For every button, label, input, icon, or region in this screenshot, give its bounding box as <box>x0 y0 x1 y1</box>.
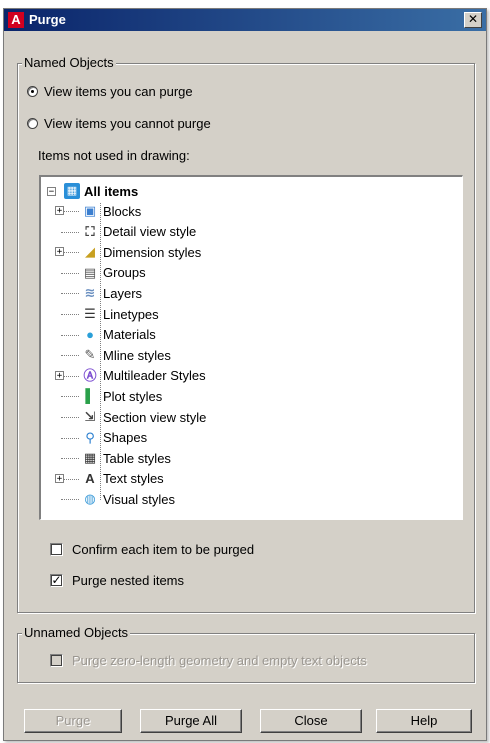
items-not-used-label: Items not used in drawing: <box>38 148 190 163</box>
tree-item-label: Plot styles <box>103 388 163 404</box>
tree-item-all-items[interactable]: − ▦ All items <box>47 181 138 201</box>
expand-icon[interactable]: + <box>55 370 64 380</box>
tree-connector <box>61 355 79 357</box>
tree-item-label: Multileader Styles <box>103 368 206 384</box>
layers-icon: ≋ <box>84 285 96 301</box>
tree-connector <box>61 314 79 315</box>
all-items-label: All items <box>84 183 139 199</box>
unnamed-objects-legend: Unnamed Objects <box>22 625 131 640</box>
purge-dialog: A Purge ✕ Named Objects View items you c… <box>3 8 487 741</box>
tree-item[interactable]: ▤ Groups <box>81 263 146 283</box>
expand-icon[interactable]: + <box>55 247 64 257</box>
purge-nested-checkbox[interactable]: ✓ Purge nested items <box>50 573 184 588</box>
tree-item-label: Layers <box>103 285 143 301</box>
tree-item[interactable]: ⚲ Shapes <box>81 428 147 448</box>
tree-item-label: Visual styles <box>103 491 176 507</box>
multileader-styles-icon: Ⓐ <box>83 367 97 383</box>
tree-item[interactable]: ✎ Mline styles <box>81 345 171 365</box>
tree-item[interactable]: + ▣ Blocks <box>55 201 142 221</box>
tree-item[interactable]: ≋ Layers <box>81 283 142 303</box>
tree-item-label: Table styles <box>103 450 171 466</box>
visual-styles-icon: ◍ <box>84 491 96 507</box>
dimension-styles-icon: ◢ <box>85 244 95 260</box>
expand-icon[interactable]: + <box>55 473 64 483</box>
text-styles-icon: A <box>85 470 95 486</box>
confirm-purge-checkbox[interactable]: Confirm each item to be purged <box>50 542 254 557</box>
named-objects-legend: Named Objects <box>22 55 116 70</box>
tree-connector <box>61 231 79 233</box>
tree-item-label: Shapes <box>103 430 148 446</box>
close-window-button[interactable]: ✕ <box>464 12 482 28</box>
tree-item-label: Blocks <box>103 203 142 219</box>
tree-connector <box>61 417 79 418</box>
tree-item[interactable]: ● Materials <box>81 325 156 345</box>
dialog-title: Purge <box>29 12 66 27</box>
title-bar[interactable]: A Purge ✕ <box>4 9 486 31</box>
tree-connector <box>61 293 79 295</box>
zero-length-checkbox-box[interactable] <box>50 654 63 667</box>
tree-item[interactable]: ⇲ Section view style <box>81 407 207 427</box>
help-button[interactable]: Help <box>376 709 472 733</box>
zero-length-label: Purge zero-length geometry and empty tex… <box>72 653 367 668</box>
view-cannot-purge-label: View items you cannot purge <box>44 116 211 131</box>
confirm-checkbox-box[interactable] <box>50 543 63 556</box>
tree-connector <box>61 437 79 439</box>
tree-item[interactable]: + A Text styles <box>55 469 164 489</box>
zero-length-checkbox[interactable]: Purge zero-length geometry and empty tex… <box>50 653 367 668</box>
view-can-purge-label: View items you can purge <box>44 84 193 99</box>
tree-item-label: Detail view style <box>103 224 197 240</box>
tree-connector <box>61 396 79 398</box>
tree-item-label: Groups <box>103 265 146 281</box>
tree-item[interactable]: ▦ Table styles <box>81 448 171 468</box>
detail-view-style-icon: ⛶ <box>85 223 95 239</box>
expand-icon[interactable]: + <box>55 206 64 216</box>
collapse-icon[interactable]: − <box>47 186 56 196</box>
tree-item[interactable]: ▌ Plot styles <box>81 386 162 406</box>
tree-item-label: Linetypes <box>103 306 159 322</box>
view-can-purge-radio[interactable]: View items you can purge <box>27 84 193 99</box>
purge-all-button[interactable]: Purge All <box>140 709 242 733</box>
purge-button[interactable]: Purge <box>24 709 122 733</box>
section-view-style-icon: ⇲ <box>84 409 96 424</box>
tree-item[interactable]: ◍ Visual styles <box>81 489 175 509</box>
blocks-icon: ▣ <box>83 203 97 218</box>
linetypes-icon: ☰ <box>84 306 96 321</box>
tree-item-label: Materials <box>103 327 156 343</box>
tree-item[interactable]: ⛶ Detail view style <box>81 222 196 242</box>
tree-item[interactable]: + ◢ Dimension styles <box>55 242 202 262</box>
autocad-logo-icon: A <box>8 12 24 28</box>
confirm-purge-label: Confirm each item to be purged <box>72 542 255 557</box>
tree-item[interactable]: + Ⓐ Multileader Styles <box>55 366 206 386</box>
tree-connector <box>61 272 79 274</box>
close-button[interactable]: Close <box>260 709 362 733</box>
tree-connector <box>61 458 79 460</box>
table-styles-icon: ▦ <box>83 450 97 466</box>
tree-item-label: Mline styles <box>103 347 171 363</box>
mline-styles-icon: ✎ <box>84 347 96 363</box>
tree-connector <box>61 499 79 501</box>
view-cannot-purge-radio[interactable]: View items you cannot purge <box>27 116 211 131</box>
materials-icon: ● <box>86 326 94 342</box>
tree-connector <box>61 334 79 336</box>
items-tree[interactable]: − ▦ All items + ▣ Blocks ⛶ Detail view style… <box>39 175 463 520</box>
groups-icon: ▤ <box>83 264 97 280</box>
radio-checked-icon[interactable] <box>27 86 38 97</box>
purge-nested-label: Purge nested items <box>72 573 185 588</box>
shapes-icon: ⚲ <box>85 429 95 445</box>
tree-item-label: Section view style <box>103 409 207 425</box>
radio-unchecked-icon[interactable] <box>27 118 38 129</box>
tree-item-label: Dimension styles <box>103 244 202 260</box>
tree-item-label: Text styles <box>103 471 164 487</box>
plot-styles-icon: ▌ <box>85 388 95 404</box>
tree-item[interactable]: ☰ Linetypes <box>81 304 159 324</box>
nested-checkbox-box[interactable]: ✓ <box>50 574 63 587</box>
all-items-icon: ▦ <box>64 183 80 199</box>
